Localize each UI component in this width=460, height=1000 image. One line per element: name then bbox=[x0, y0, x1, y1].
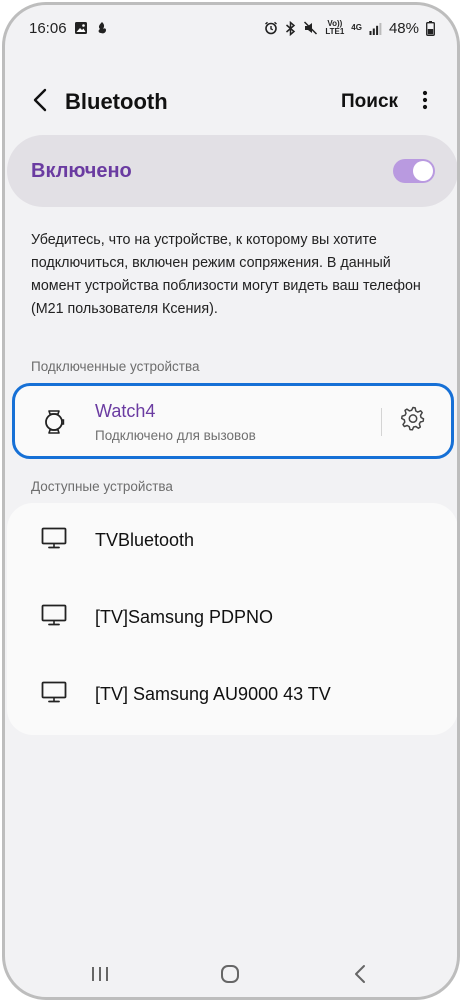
recents-button[interactable] bbox=[85, 961, 115, 991]
back-button[interactable] bbox=[23, 82, 57, 122]
tv-icon bbox=[41, 527, 67, 549]
pairing-info-text: Убедитесь, что на устройстве, к которому… bbox=[31, 232, 421, 317]
device-name: TVBluetooth bbox=[95, 530, 195, 550]
gear-icon bbox=[400, 405, 426, 436]
available-device-item[interactable]: [TV]Samsung PDPNO bbox=[7, 580, 457, 658]
page-title: Bluetooth bbox=[65, 89, 168, 114]
device-status: Подключено для вызовов bbox=[95, 428, 256, 443]
alarm-icon bbox=[264, 21, 278, 35]
status-bar: 16:06 Vo)) LTE1 4G 48% bbox=[5, 5, 457, 51]
more-vertical-icon bbox=[422, 90, 428, 115]
navigation-bar bbox=[5, 949, 457, 997]
recents-icon bbox=[90, 965, 110, 988]
divider bbox=[381, 408, 382, 436]
network-bottom: LTE1 bbox=[325, 27, 345, 36]
bluetooth-icon bbox=[285, 20, 296, 36]
bluetooth-state-label: Включено bbox=[31, 159, 132, 182]
search-button[interactable]: Поиск bbox=[341, 91, 398, 113]
back-chevron-icon bbox=[33, 88, 47, 117]
network-indicator: Vo)) LTE1 bbox=[325, 20, 344, 36]
phone-screen: 16:06 Vo)) LTE1 4G 48% Bluetooth Поиск В… bbox=[2, 2, 460, 1000]
available-devices-list: TVBluetooth [TV]Samsung PDPNO [TV] Samsu… bbox=[7, 503, 457, 735]
tv-icon bbox=[41, 604, 67, 626]
app-header: Bluetooth Поиск bbox=[5, 77, 457, 127]
status-time: 16:06 bbox=[29, 19, 67, 37]
status-right: Vo)) LTE1 4G 48% bbox=[264, 20, 435, 37]
mute-icon bbox=[303, 21, 318, 35]
device-settings-button[interactable] bbox=[396, 403, 430, 437]
device-name: [TV] Samsung AU9000 43 TV bbox=[95, 684, 331, 704]
available-device-item[interactable]: [TV] Samsung AU9000 43 TV bbox=[7, 657, 457, 735]
more-options-button[interactable] bbox=[413, 82, 437, 122]
connected-devices-header: Подключенные устройства bbox=[31, 359, 200, 374]
available-devices-header: Доступные устройства bbox=[31, 479, 173, 494]
switch-knob bbox=[413, 161, 433, 181]
data-type: 4G bbox=[351, 23, 362, 32]
watch-icon bbox=[43, 408, 65, 436]
home-icon bbox=[220, 964, 240, 989]
back-nav-button[interactable] bbox=[345, 961, 375, 991]
battery-icon bbox=[426, 20, 435, 36]
bluetooth-toggle-row[interactable]: Включено bbox=[7, 135, 457, 207]
device-name: [TV]Samsung PDPNO bbox=[95, 607, 274, 627]
available-device-item[interactable]: TVBluetooth bbox=[7, 503, 457, 581]
status-left: 16:06 bbox=[29, 20, 109, 37]
device-name: Watch4 bbox=[95, 401, 156, 421]
bluetooth-switch[interactable] bbox=[393, 159, 435, 183]
battery-percent: 48% bbox=[388, 19, 419, 37]
gallery-icon bbox=[74, 21, 88, 35]
home-button[interactable] bbox=[215, 961, 245, 991]
tv-icon bbox=[41, 681, 67, 703]
app-notification-icon bbox=[95, 21, 109, 35]
back-nav-icon bbox=[354, 964, 366, 989]
signal-icon bbox=[369, 22, 382, 35]
connected-device-item[interactable]: Watch4 Подключено для вызовов bbox=[12, 383, 454, 459]
